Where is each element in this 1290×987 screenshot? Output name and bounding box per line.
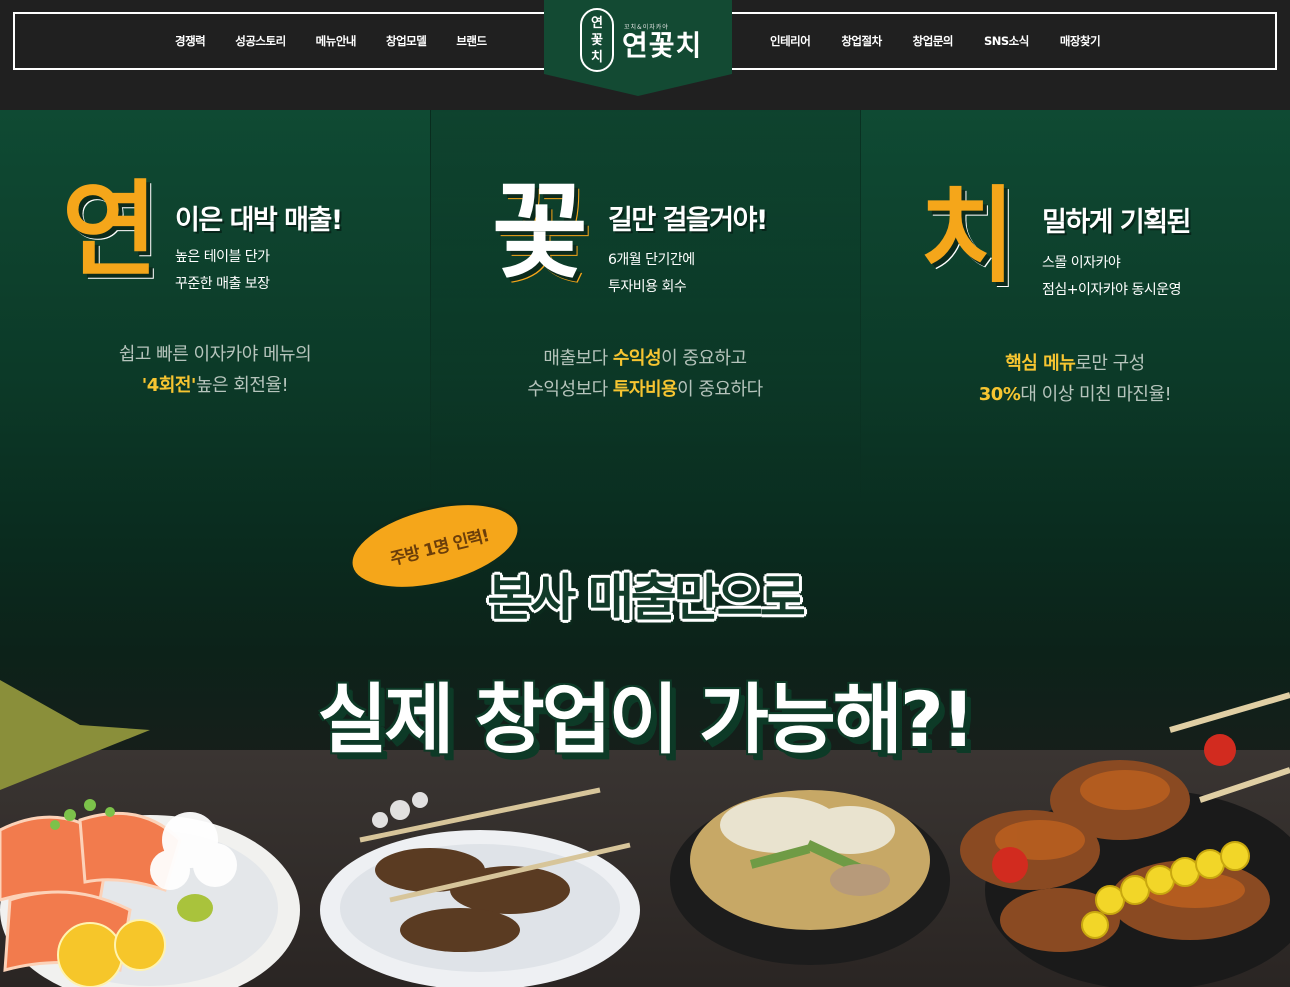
brand-logo[interactable]: 연 꽃 치 꼬치&이자카야 연꽃치: [544, 0, 732, 96]
feature-2-big-char: 꽃: [492, 171, 588, 293]
feature-3-sub-line-2: 점심+이자카야 동시운영: [1042, 282, 1181, 298]
logo-wordmark: 연꽃치: [622, 29, 703, 62]
feature-2-sub-line-1: 6개월 단기간에: [608, 252, 695, 268]
column-divider: [860, 110, 861, 510]
feature-3-sub-line-1: 스몰 이자카야: [1042, 255, 1121, 271]
nav-item-procedure[interactable]: 창업절차: [841, 33, 882, 49]
promo-headline-1: 본사 매출만으로: [487, 569, 805, 627]
site-header: 경쟁력 성공스토리 메뉴안내 창업모델 브랜드 인테리어 창업절차 창업문의 S…: [0, 0, 1290, 110]
feature-3-description: 핵심 메뉴로만 구성 30%대 이상 미친 마진율!: [925, 348, 1225, 410]
logo-mark-icon: 연 꽃 치: [580, 8, 614, 72]
nav-item-competitiveness[interactable]: 경쟁력: [175, 33, 206, 49]
feature-1-desc-line-1: 쉽고 빠른 이자카야 메뉴의: [118, 344, 312, 365]
feature-2-headline: 길만 걸을거야!: [608, 205, 768, 236]
nav-item-menu[interactable]: 메뉴안내: [316, 33, 357, 49]
feature-3-headline: 밀하게 기획된: [1042, 207, 1191, 238]
grilled-skewers-plate-image: [320, 787, 640, 987]
nav-item-inquiry[interactable]: 창업문의: [913, 33, 954, 49]
nav-item-interior[interactable]: 인테리어: [770, 33, 811, 49]
logo-mark-char-3: 치: [591, 49, 603, 65]
feature-2-desc-line-2: 수익성보다 투자비용이 중요하다: [527, 379, 763, 400]
feature-1-sub-line-1: 높은 테이블 단가: [175, 249, 270, 265]
feature-1-sub: 높은 테이블 단가 꾸준한 매출 보장: [175, 244, 270, 298]
nav-right: 인테리어 창업절차 창업문의 SNS소식 매장찾기: [770, 14, 1131, 68]
logo-mark-char-1: 연: [591, 15, 603, 31]
feature-1-description: 쉽고 빠른 이자카야 메뉴의 '4회전'높은 회전율!: [65, 339, 365, 401]
feature-1-sub-line-2: 꾸준한 매출 보장: [175, 276, 270, 292]
nav-left: 경쟁력 성공스토리 메뉴안내 창업모델 브랜드: [175, 14, 517, 68]
feature-2-description: 매출보다 수익성이 중요하고 수익성보다 투자비용이 중요하다: [495, 343, 795, 405]
feature-1-headline: 이은 대박 매출!: [175, 205, 343, 236]
feature-2-sub-line-2: 투자비용 회수: [608, 279, 687, 295]
feature-3-desc-line-1: 핵심 메뉴로만 구성: [1005, 353, 1145, 374]
promo-headline-2: 실제 창업이 가능해?!: [317, 675, 975, 764]
feature-3-big-char: 치: [920, 175, 1016, 297]
hot-pot-bowl-image: [670, 790, 950, 965]
nav-item-business-model[interactable]: 창업모델: [386, 33, 427, 49]
nav-item-brand[interactable]: 브랜드: [456, 33, 487, 49]
nav-item-success-story[interactable]: 성공스토리: [235, 33, 286, 49]
feature-3-desc-line-2: 30%대 이상 미친 마진율!: [978, 384, 1172, 405]
nav-item-store-finder[interactable]: 매장찾기: [1060, 33, 1101, 49]
feature-2-desc-line-1: 매출보다 수익성이 중요하고: [543, 348, 747, 369]
feature-3-sub: 스몰 이자카야 점심+이자카야 동시운영: [1042, 250, 1181, 304]
logo-mark-char-2: 꽃: [591, 32, 603, 48]
feature-1-big-char: 연: [62, 169, 158, 291]
nav-item-sns-news[interactable]: SNS소식: [984, 33, 1029, 49]
feature-2-sub: 6개월 단기간에 투자비용 회수: [608, 247, 695, 301]
column-divider: [430, 110, 431, 510]
feature-1-desc-line-2: '4회전'높은 회전율!: [141, 375, 289, 396]
hero-section: 연 이은 대박 매출! 높은 테이블 단가 꾸준한 매출 보장 쉽고 빠른 이자…: [0, 110, 1290, 987]
